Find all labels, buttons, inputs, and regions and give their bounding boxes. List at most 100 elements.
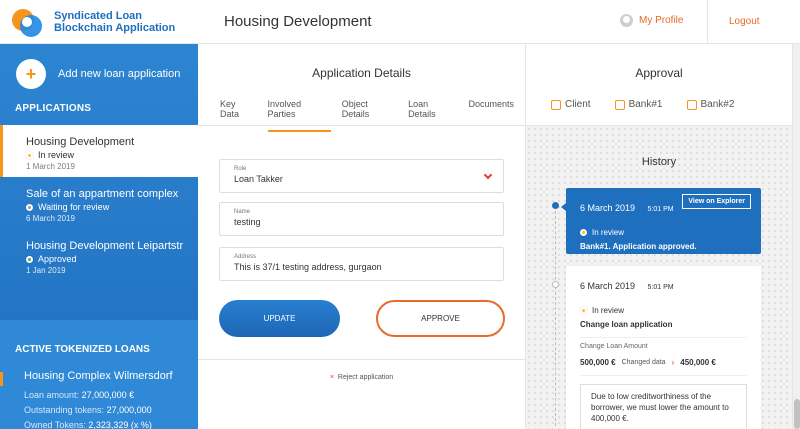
sidebar: Syndicated Loan Blockchain Application +… bbox=[0, 0, 198, 429]
app-name: Syndicated Loan Blockchain Application bbox=[54, 10, 175, 34]
application-name: Housing Development bbox=[26, 136, 135, 148]
my-profile-link[interactable]: My Profile bbox=[620, 14, 683, 27]
approval-checkbox-bank2[interactable]: Bank#2 bbox=[686, 99, 735, 110]
timeline-line bbox=[555, 206, 556, 426]
checkbox-icon bbox=[551, 99, 561, 110]
applications-heading: APPLICATIONS bbox=[15, 103, 92, 114]
application-item-sale-apartment[interactable]: Sale of an appartment complex Waiting fo… bbox=[0, 177, 198, 229]
history-entry: 6 March 2019 5:01 PM In review Change lo… bbox=[566, 266, 761, 429]
application-status-label: In review bbox=[38, 150, 75, 160]
tab-documents[interactable]: Documents bbox=[468, 99, 514, 132]
change-title: Change Loan Amount bbox=[580, 337, 747, 350]
tokenized-loan-item[interactable]: Housing Complex Wilmersdorf Loan amount:… bbox=[0, 370, 198, 429]
application-name: Sale of an appartment complex bbox=[26, 188, 179, 200]
loan-amount-label: Loan amount: bbox=[24, 390, 80, 400]
outstanding-tokens: Outstanding tokens: 27,000,000 bbox=[24, 405, 198, 415]
app-name-line1: Syndicated Loan bbox=[54, 9, 143, 22]
timeline-dot-icon bbox=[552, 281, 559, 288]
approve-button[interactable]: APPROVE bbox=[376, 300, 505, 337]
history-entry: 6 March 2019 5:01 PM View on Explorer In… bbox=[566, 188, 761, 254]
approval-checkboxes: Client Bank#1 Bank#2 bbox=[551, 99, 758, 110]
approval-checkbox-client[interactable]: Client bbox=[551, 99, 591, 110]
history-message: Change loan application bbox=[580, 320, 673, 329]
divider bbox=[198, 359, 526, 360]
history-title: History bbox=[641, 156, 677, 168]
top-bar: Housing Development My Profile Logout bbox=[198, 0, 800, 44]
owned-tokens: Owned Tokens: 2,323,329 (x %) bbox=[24, 420, 198, 429]
application-item-housing-development[interactable]: Housing Development In review 1 March 20… bbox=[0, 125, 198, 177]
status-dot-icon bbox=[580, 229, 587, 236]
change-note: Due to low creditworthiness of the borro… bbox=[580, 384, 747, 429]
role-label: Role bbox=[234, 166, 247, 172]
name-field[interactable]: Name testing bbox=[219, 202, 504, 236]
details-tabs: Key Data Involved Parties Object Details… bbox=[220, 99, 525, 132]
view-on-explorer-button[interactable]: View on Explorer bbox=[682, 194, 751, 209]
name-value: testing bbox=[234, 217, 261, 227]
application-status-label: Waiting for review bbox=[38, 202, 110, 212]
address-field[interactable]: Address This is 37/1 testing address, gu… bbox=[219, 247, 504, 281]
checkbox-label: Bank#2 bbox=[700, 99, 735, 110]
scrollbar-thumb[interactable] bbox=[794, 399, 800, 429]
loan-amount-value: 27,000,000 € bbox=[81, 390, 135, 400]
history-time: 5:01 PM bbox=[647, 284, 674, 291]
update-button[interactable]: UPDATE bbox=[219, 300, 340, 337]
history-panel: History 6 March 2019 5:01 PM View on Exp… bbox=[526, 126, 792, 429]
history-status-label: In review bbox=[592, 306, 625, 315]
tab-key-data[interactable]: Key Data bbox=[220, 99, 257, 132]
checkbox-label: Client bbox=[565, 99, 591, 110]
owned-tokens-label: Owned Tokens: bbox=[24, 420, 86, 429]
application-status: Waiting for review bbox=[26, 202, 188, 212]
tab-loan-details[interactable]: Loan Details bbox=[408, 99, 457, 132]
app-logo[interactable]: Syndicated Loan Blockchain Application bbox=[0, 0, 198, 44]
role-value: Loan Takker bbox=[234, 174, 283, 184]
history-status: In review bbox=[580, 228, 747, 237]
application-status-label: Approved bbox=[38, 254, 77, 264]
checkbox-icon bbox=[686, 99, 697, 110]
history-status: In review bbox=[580, 306, 747, 315]
avatar-icon bbox=[620, 14, 633, 27]
reject-label: Reject application bbox=[337, 374, 394, 381]
application-status: Approved bbox=[26, 254, 188, 264]
application-item-housing-leipartstr[interactable]: Housing Development Leipartstr Approved … bbox=[0, 229, 198, 281]
outstanding-tokens-value: 27,000,000 bbox=[106, 405, 152, 415]
change-row: 500,000 € Changed data › 450,000 € bbox=[580, 358, 747, 376]
application-date: 1 Jan 2019 bbox=[26, 266, 66, 275]
chevron-right-icon: › bbox=[671, 358, 675, 367]
checkbox-icon bbox=[614, 99, 625, 110]
logo-icon bbox=[12, 7, 42, 37]
scrollbar[interactable] bbox=[792, 44, 800, 429]
status-dot-icon bbox=[26, 255, 33, 263]
status-dot-icon bbox=[580, 307, 587, 314]
changed-data-label: Changed data bbox=[621, 359, 666, 366]
change-from-value: 500,000 € bbox=[580, 358, 616, 367]
checkbox-label: Bank#1 bbox=[628, 99, 663, 110]
change-to-value: 450,000 € bbox=[680, 358, 716, 367]
applications-list: Housing Development In review 1 March 20… bbox=[0, 125, 198, 281]
status-dot-icon bbox=[26, 151, 33, 159]
application-details-panel: Application Details Key Data Involved Pa… bbox=[198, 44, 526, 429]
outstanding-tokens-label: Outstanding tokens: bbox=[24, 405, 105, 415]
reject-application-link[interactable]: × Reject application bbox=[198, 374, 525, 381]
application-name: Housing Development Leipartstr bbox=[26, 240, 184, 252]
name-label: Name bbox=[234, 209, 251, 215]
tab-involved-parties[interactable]: Involved Parties bbox=[267, 99, 331, 132]
timeline-dot-icon bbox=[552, 202, 559, 209]
tabs-divider bbox=[198, 125, 526, 126]
history-date: 6 March 2019 bbox=[580, 281, 636, 291]
application-date: 1 March 2019 bbox=[26, 162, 75, 171]
tab-object-details[interactable]: Object Details bbox=[342, 99, 397, 132]
history-date: 6 March 2019 bbox=[580, 203, 636, 213]
role-select[interactable]: Role Loan Takker bbox=[219, 159, 504, 193]
tokenized-loans-heading: ACTIVE TOKENIZED LOANS bbox=[15, 344, 150, 355]
divider bbox=[707, 0, 708, 44]
application-status: In review bbox=[26, 150, 188, 160]
my-profile-label: My Profile bbox=[639, 15, 684, 26]
approval-checkbox-bank1[interactable]: Bank#1 bbox=[614, 99, 663, 110]
close-icon: × bbox=[329, 374, 334, 381]
approval-title: Approval bbox=[635, 66, 683, 80]
page-title: Housing Development bbox=[224, 13, 372, 30]
logout-link[interactable]: Logout bbox=[729, 16, 760, 27]
add-loan-button[interactable]: + Add new loan application bbox=[16, 59, 180, 89]
history-status-label: In review bbox=[592, 228, 625, 237]
status-dot-icon bbox=[26, 203, 33, 211]
